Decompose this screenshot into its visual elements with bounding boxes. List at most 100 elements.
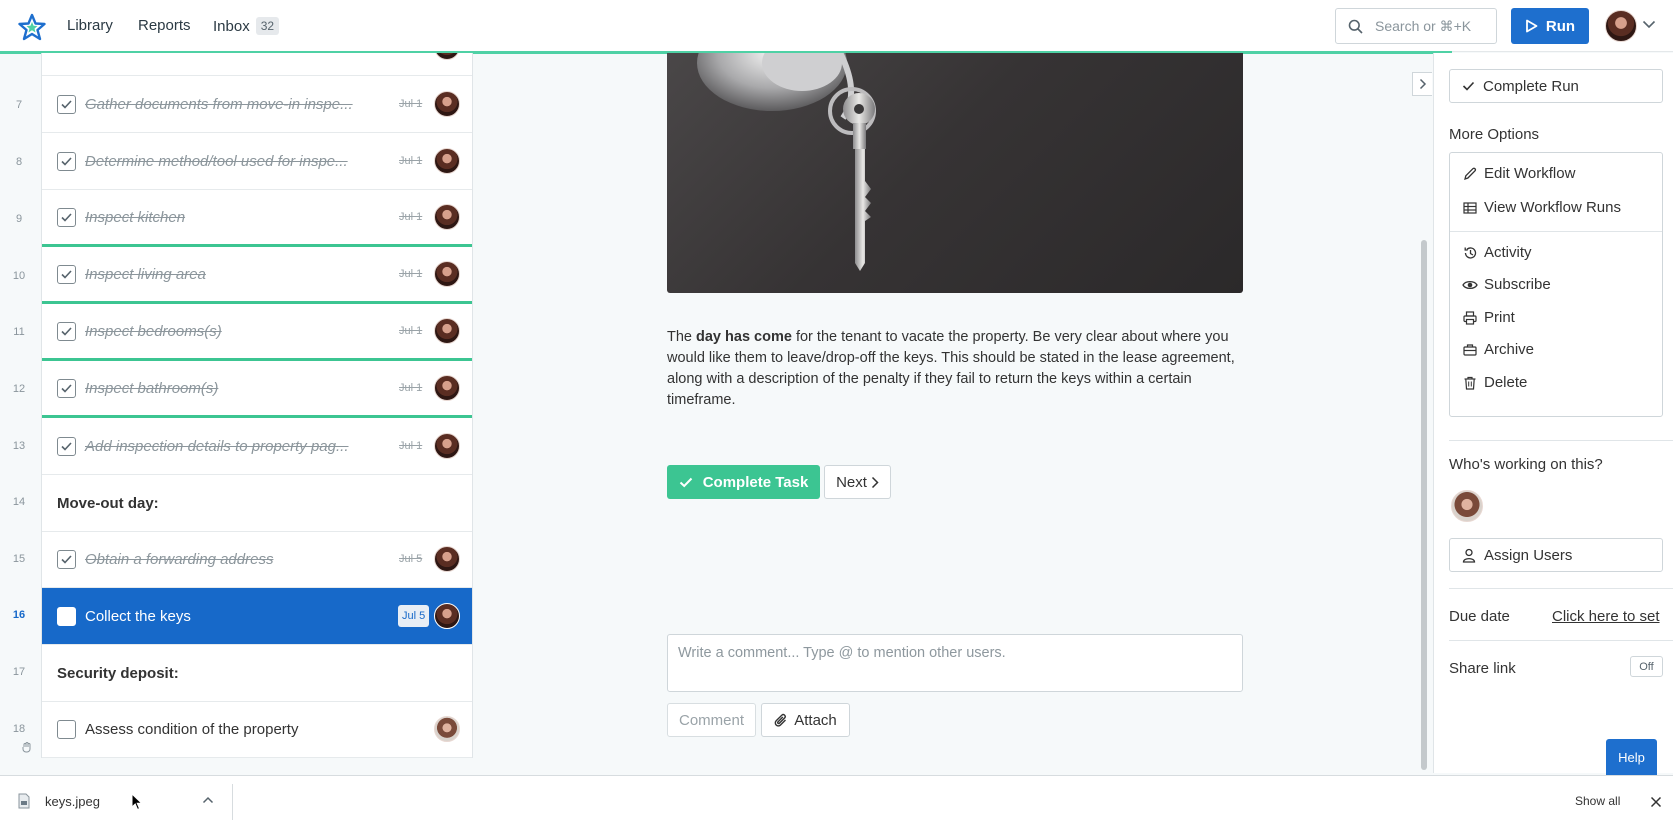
- section-heading-row[interactable]: Move-out day:: [42, 475, 472, 532]
- search-icon: [1348, 19, 1363, 34]
- menu-item-print[interactable]: Print: [1462, 309, 1515, 326]
- assignee-avatar: [434, 148, 460, 174]
- task-checkbox[interactable]: [57, 719, 76, 739]
- check-icon: [679, 477, 692, 487]
- row-number: 7: [15, 99, 23, 111]
- assignee-avatar: [434, 716, 460, 742]
- row-number: 10: [12, 270, 26, 282]
- check-icon: [61, 212, 72, 222]
- task-checkbox[interactable]: [57, 549, 76, 569]
- task-due-date: Jul 1: [399, 325, 423, 337]
- task-row[interactable]: Assess condition of the property: [42, 701, 472, 758]
- task-checkbox[interactable]: [57, 207, 76, 227]
- row-number: 13: [12, 440, 26, 452]
- working-user-avatar[interactable]: [1451, 490, 1483, 522]
- task-checkbox[interactable]: [57, 436, 76, 456]
- menu-item-label: Archive: [1484, 341, 1535, 358]
- task-label: Gather documents from move-in inspe...: [85, 95, 353, 113]
- share-link-toggle[interactable]: Off: [1630, 656, 1663, 677]
- task-checkbox[interactable]: [57, 264, 76, 284]
- task-row[interactable]: Determine method/tool used for inspe... …: [42, 133, 472, 190]
- star-logo-icon[interactable]: [18, 13, 46, 41]
- nav-reports[interactable]: Reports: [138, 17, 191, 34]
- task-due-date: Jul 1: [399, 382, 423, 394]
- check-icon: [61, 156, 72, 166]
- set-due-date-link[interactable]: Click here to set: [1552, 608, 1660, 625]
- scrollbar-thumb[interactable]: [1421, 240, 1427, 770]
- description-text: The: [667, 329, 697, 345]
- task-due-date: Jul 1: [399, 98, 423, 110]
- search-input[interactable]: Search or ⌘+K: [1335, 8, 1497, 44]
- menu-item-label: Delete: [1484, 374, 1528, 391]
- task-row[interactable]: [42, 53, 472, 76]
- row-number: 11: [13, 326, 25, 338]
- assignee-avatar: [434, 433, 460, 459]
- task-label: Add inspection details to property pag..…: [85, 437, 349, 455]
- complete-run-button[interactable]: Complete Run: [1449, 69, 1663, 103]
- task-row[interactable]: Add inspection details to property pag..…: [42, 418, 472, 475]
- pencil-icon: [1464, 167, 1477, 180]
- complete-task-button[interactable]: Complete Task: [667, 465, 820, 499]
- comment-button[interactable]: Comment: [667, 703, 756, 737]
- share-link-label: Share link: [1449, 660, 1516, 677]
- menu-item-delete[interactable]: Delete: [1462, 374, 1527, 391]
- chevron-right-icon: [871, 476, 879, 488]
- menu-item-archive[interactable]: Archive: [1462, 341, 1534, 358]
- row-number: 12: [12, 383, 26, 395]
- task-checkbox[interactable]: [57, 378, 76, 398]
- task-checkbox[interactable]: [57, 321, 76, 341]
- menu-item-activity[interactable]: Activity: [1462, 244, 1532, 261]
- user-avatar[interactable]: [1605, 10, 1637, 42]
- task-row[interactable]: Inspect kitchen Jul 1: [42, 190, 472, 247]
- next-label: Next: [836, 473, 867, 491]
- menu-item-view-workflow-runs[interactable]: View Workflow Runs: [1462, 199, 1621, 216]
- task-checkbox[interactable]: [57, 151, 76, 171]
- run-label: Run: [1545, 17, 1576, 35]
- task-due-date: Jul 1: [399, 155, 423, 167]
- play-icon: [1526, 19, 1538, 33]
- drag-handle-icon[interactable]: [21, 741, 33, 753]
- collapse-sidebar-button[interactable]: [1412, 72, 1432, 96]
- task-row[interactable]: Gather documents from move-in inspe... J…: [42, 76, 472, 133]
- due-date-label: Due date: [1449, 608, 1510, 625]
- next-button[interactable]: Next: [824, 465, 891, 499]
- keys-in-lock-image: [697, 53, 876, 271]
- task-label: Inspect bathroom(s): [85, 379, 219, 397]
- task-row[interactable]: Inspect bedrooms(s) Jul 1: [42, 304, 472, 361]
- section-heading-row[interactable]: Security deposit:: [42, 645, 472, 702]
- chevron-up-icon[interactable]: [202, 796, 214, 804]
- assign-users-button[interactable]: Assign Users: [1449, 538, 1663, 572]
- task-row[interactable]: Inspect bathroom(s) Jul 1: [42, 361, 472, 418]
- download-bar: keys.jpeg Show all: [0, 775, 1673, 825]
- check-icon: [61, 269, 72, 279]
- check-icon: [61, 326, 72, 336]
- menu-item-subscribe[interactable]: Subscribe: [1462, 276, 1551, 293]
- menu-item-label: Activity: [1484, 244, 1532, 261]
- task-checkbox[interactable]: [57, 94, 76, 114]
- complete-run-label: Complete Run: [1483, 77, 1579, 95]
- download-file-name[interactable]: keys.jpeg: [45, 794, 100, 809]
- top-bar: Library Reports Inbox 32 Search or ⌘+K Ru…: [0, 0, 1673, 52]
- menu-item-edit-workflow[interactable]: Edit Workflow: [1462, 165, 1575, 182]
- close-icon[interactable]: [1650, 796, 1662, 808]
- user-icon: [1462, 548, 1476, 563]
- comment-input[interactable]: Write a comment... Type @ to mention oth…: [667, 634, 1243, 692]
- task-checkbox[interactable]: [57, 606, 76, 626]
- help-button[interactable]: Help: [1606, 739, 1657, 775]
- run-button[interactable]: Run: [1511, 8, 1589, 44]
- task-row[interactable]: Inspect living area Jul 1: [42, 247, 472, 304]
- nav-library[interactable]: Library: [67, 17, 113, 34]
- chevron-down-icon[interactable]: [1642, 20, 1656, 29]
- nav-inbox[interactable]: Inbox 32: [213, 17, 280, 35]
- task-row-active[interactable]: Collect the keys Jul 5: [42, 588, 472, 645]
- check-icon: [1462, 81, 1475, 91]
- sidebar-divider: [1449, 640, 1673, 641]
- task-row[interactable]: Obtain a forwarding address Jul 5: [42, 531, 472, 588]
- row-number: 18: [12, 723, 26, 735]
- task-list: Gather documents from move-in inspe... J…: [41, 53, 473, 758]
- task-due-date: Jul 5: [398, 605, 430, 627]
- attach-button[interactable]: Attach: [761, 703, 850, 737]
- show-all-downloads-link[interactable]: Show all: [1575, 794, 1620, 808]
- menu-item-label: Edit Workflow: [1484, 165, 1576, 182]
- assignee-avatar: [434, 546, 460, 572]
